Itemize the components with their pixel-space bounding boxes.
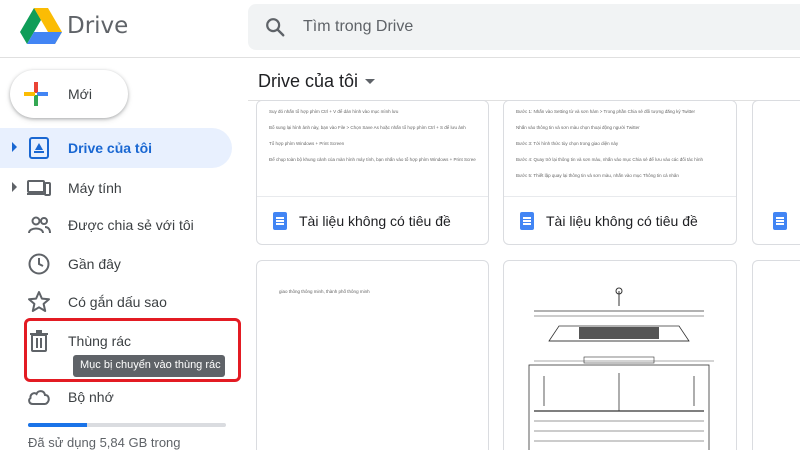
engineering-drawing-preview	[528, 287, 714, 450]
clock-icon	[28, 253, 50, 275]
file-name: Tài liệu không có tiêu đề	[546, 213, 698, 229]
preview-line: Bước 3: Tới hình thức tùy chọn trong gia…	[516, 141, 619, 146]
cloud-icon	[28, 390, 50, 405]
preview-line: Tổ hợp phím Windows + Print Screen	[269, 141, 345, 146]
file-card[interactable]	[503, 260, 737, 450]
brand-name[interactable]: Drive	[67, 13, 128, 39]
computer-icon	[27, 180, 51, 196]
preview-line: Nhấn vào thông tin và sơn màu chọn thoại…	[516, 125, 640, 130]
preview-line: giao thông thông minh, thành phố thông m…	[279, 289, 370, 294]
google-docs-icon	[273, 212, 287, 230]
search-input[interactable]: Tìm trong Drive	[303, 18, 413, 36]
sidebar-item-computers[interactable]: Máy tính	[0, 168, 232, 208]
preview-line: Để chụp toàn bộ khung cảnh của màn hình …	[269, 157, 476, 162]
sidebar-item-label: Có gắn dấu sao	[68, 294, 167, 310]
preview-line: Bước 1: Nhấn vào Setting từ và sơn hàm >…	[516, 109, 696, 114]
people-icon	[28, 216, 51, 234]
search-bar[interactable]: Tìm trong Drive	[248, 4, 800, 50]
google-docs-icon	[520, 212, 534, 230]
sidebar-item-label: Máy tính	[68, 180, 122, 196]
file-card[interactable]	[752, 260, 800, 450]
file-card[interactable]: Bước 1: Nhấn vào Setting từ và sơn hàm >…	[503, 100, 737, 245]
file-card-footer: Tài liệu không có tiêu đề	[504, 198, 736, 244]
new-button-label: Mới	[68, 86, 92, 102]
file-preview: Suy đó nhấn tổ hợp phím Ctrl + V để dán …	[257, 101, 488, 197]
page-title[interactable]: Drive của tôi	[258, 71, 358, 92]
file-card-footer: Tài liệu không có tiêu đề	[257, 198, 488, 244]
search-icon[interactable]	[264, 16, 286, 38]
chevron-down-icon[interactable]	[365, 79, 375, 84]
sidebar-item-shared-with-me[interactable]: Được chia sẻ với tôi	[0, 205, 232, 245]
file-preview: Bước 1: Nhấn vào Setting từ và sơn hàm >…	[504, 101, 736, 197]
storage-usage-text: Đã sử dụng 5,84 GB trong	[28, 435, 181, 450]
file-card[interactable]: giao thông thông minh, thành phố thông m…	[256, 260, 489, 450]
google-docs-icon	[773, 212, 787, 230]
file-name: Tài liệu không có tiêu đề	[299, 213, 451, 229]
file-card[interactable]	[752, 100, 800, 245]
new-button[interactable]: Mới	[10, 70, 128, 118]
storage-progress-fill	[28, 423, 88, 427]
storage-progress-bar	[28, 423, 226, 427]
header: Drive Tìm trong Drive	[0, 0, 800, 58]
file-card[interactable]: Suy đó nhấn tổ hợp phím Ctrl + V để dán …	[256, 100, 489, 245]
preview-line: Suy đó nhấn tổ hợp phím Ctrl + V để dán …	[269, 109, 399, 114]
sidebar-item-my-drive[interactable]: Drive của tôi	[0, 128, 232, 168]
sidebar-item-storage[interactable]: Bộ nhớ	[0, 377, 232, 417]
star-icon	[28, 291, 50, 312]
sidebar-item-label: Drive của tôi	[68, 140, 153, 156]
sidebar-item-label: Gần đây	[68, 256, 121, 272]
file-card-footer	[753, 198, 800, 244]
expand-arrow-icon[interactable]	[12, 142, 17, 152]
sidebar-item-recent[interactable]: Gần đây	[0, 244, 232, 284]
my-drive-icon	[29, 137, 49, 159]
sidebar-item-starred[interactable]: Có gắn dấu sao	[0, 282, 232, 322]
preview-line: Bước 5: Thiết lập quay lại thông tin và …	[516, 173, 679, 178]
preview-line: Bổ sung lại hình ảnh này, bạn vào File >…	[269, 125, 466, 130]
trash-tooltip: Mục bị chuyển vào thùng rác	[73, 355, 225, 377]
drive-app: Drive Tìm trong Drive Mới Drive của tôi	[0, 0, 800, 450]
drive-logo-icon[interactable]	[20, 8, 62, 46]
plus-icon	[24, 82, 48, 106]
preview-line: Bước 4: Quay trở lại thông tin và sơn mà…	[516, 157, 703, 162]
sidebar-item-label: Được chia sẻ với tôi	[68, 217, 194, 233]
expand-arrow-icon[interactable]	[12, 182, 17, 192]
sidebar-item-label: Bộ nhớ	[68, 389, 114, 405]
